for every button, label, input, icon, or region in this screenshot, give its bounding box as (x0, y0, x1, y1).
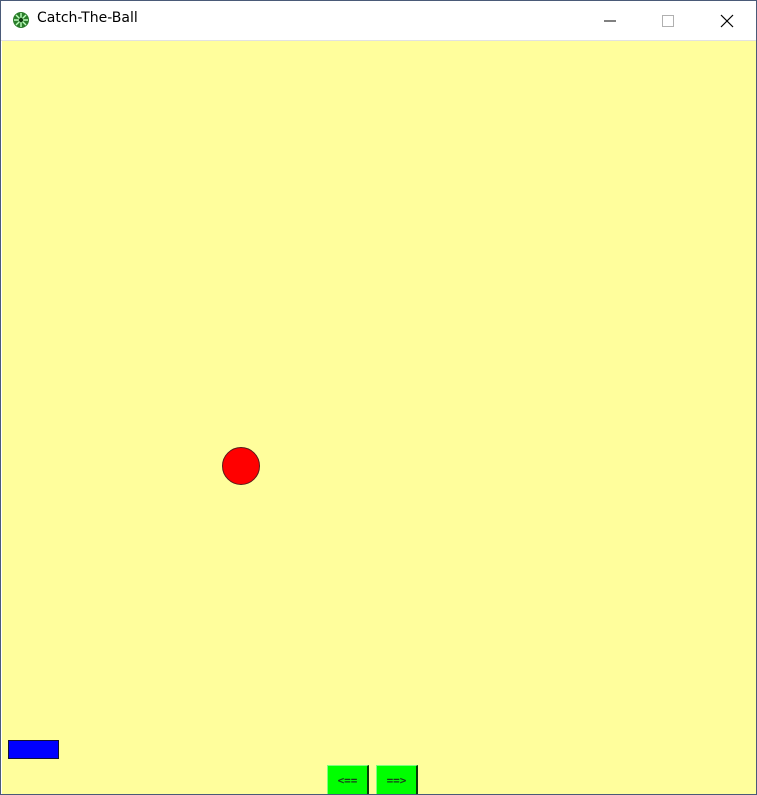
close-icon (720, 14, 734, 28)
app-window: Catch-The-Ball <== ==> (0, 0, 757, 795)
maximize-button[interactable] (639, 1, 697, 40)
move-right-button[interactable]: ==> (376, 765, 418, 794)
move-left-button[interactable]: <== (327, 765, 369, 794)
minimize-icon (604, 20, 616, 22)
feather-icon (12, 11, 30, 29)
maximize-icon (662, 15, 674, 27)
title-bar[interactable]: Catch-The-Ball (1, 1, 756, 41)
paddle (8, 740, 59, 759)
game-canvas[interactable]: <== ==> (2, 41, 756, 794)
ball (222, 447, 260, 485)
window-title: Catch-The-Ball (37, 10, 138, 26)
close-button[interactable] (698, 1, 756, 40)
minimize-button[interactable] (581, 1, 639, 40)
